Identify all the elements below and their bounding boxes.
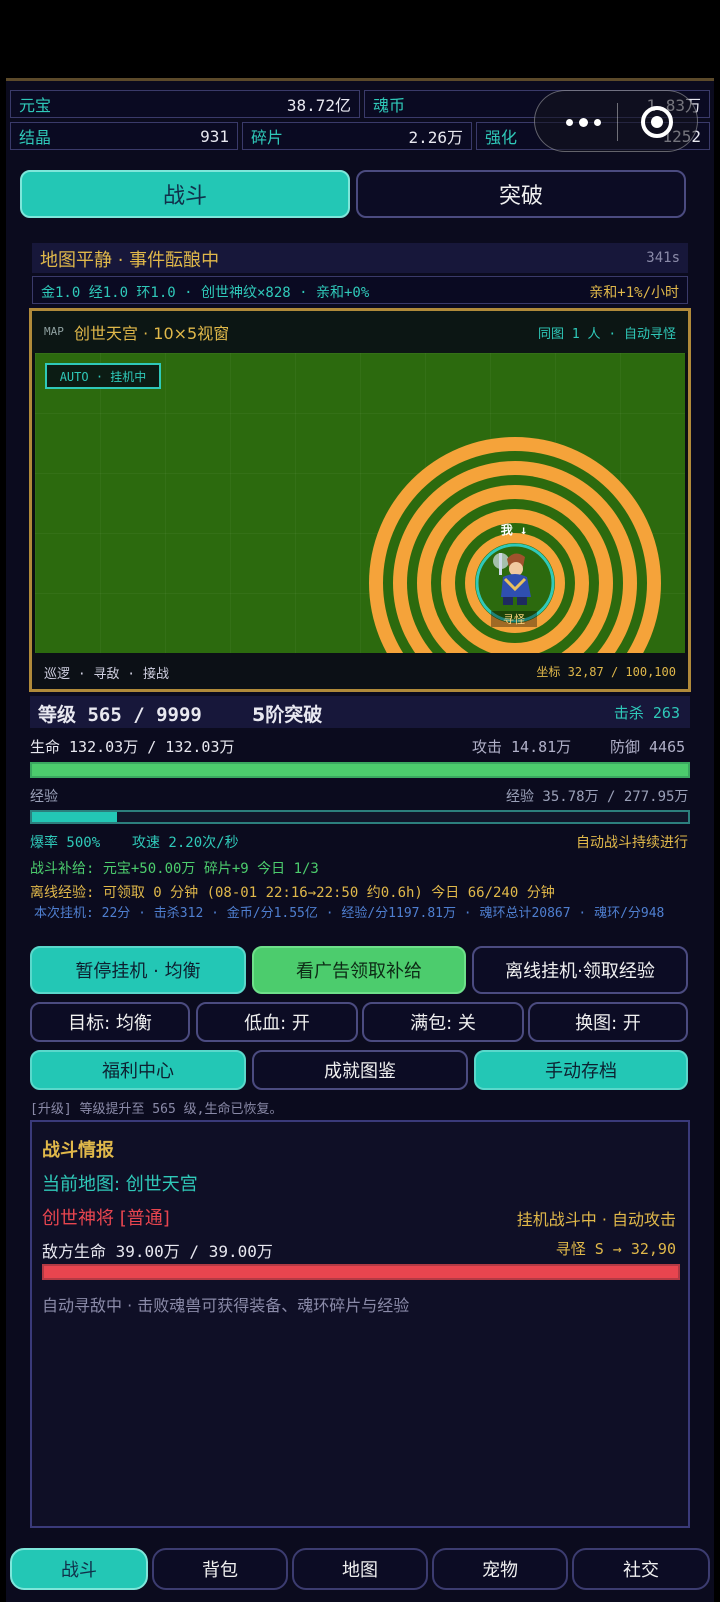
map-state: 地图平静 · 事件酝酿中	[40, 250, 220, 271]
welfare-button[interactable]: 福利中心	[30, 1050, 246, 1090]
player-kills: 击杀 263	[613, 704, 680, 722]
map-tag: MAP	[44, 325, 64, 338]
event-timer: 341s	[646, 250, 680, 266]
save-button[interactable]: 手动存档	[474, 1050, 688, 1090]
player-level: 等级 565 / 9999	[38, 704, 202, 726]
level-bar: 等级 565 / 9999 5阶突破 击杀 263	[30, 696, 690, 728]
current-map: 当前地图: 创世天宫	[42, 1174, 198, 1195]
crit-rate: 爆率 500%	[30, 835, 101, 851]
miniprogram-capsule	[534, 90, 698, 152]
nav-bag[interactable]: 背包	[152, 1548, 288, 1590]
nav-social[interactable]: 社交	[572, 1548, 710, 1590]
hp-bar	[30, 762, 690, 778]
auto-badge: AUTO · 挂机中	[45, 363, 161, 389]
target-toggle[interactable]: 目标: 均衡	[30, 1002, 190, 1042]
status-bar-area	[0, 0, 720, 80]
enemy-hp-bar	[42, 1264, 680, 1280]
switch-map-toggle[interactable]: 换图: 开	[528, 1002, 688, 1042]
upgrade-log: [升级] 等级提升至 565 级,生命已恢复。	[30, 1102, 283, 1117]
report-title: 战斗情报	[42, 1140, 114, 1161]
battle-report-panel: 战斗情报 当前地图: 创世天宫 创世神将 [普通] 挂机战斗中 · 自动攻击 敌…	[30, 1120, 690, 1528]
hero-marker-label: 我 ↓	[500, 523, 528, 537]
pause-idle-button[interactable]: 暂停挂机 · 均衡	[30, 946, 246, 994]
offline-exp-button[interactable]: 离线挂机·领取经验	[472, 946, 688, 994]
resource-yuanbao: 元宝 38.72亿	[10, 90, 360, 118]
seek-target: 寻怪 S → 32,90	[555, 1240, 676, 1258]
map-footer: 巡逻 · 寻敌 · 接战 坐标 32,87 / 100,100	[32, 653, 688, 689]
resource-suipian: 碎片 2.26万	[242, 122, 472, 150]
player-hp-text: 生命 132.03万 / 132.03万	[30, 738, 235, 756]
map-status-bar: 地图平静 · 事件酝酿中 341s	[32, 243, 688, 273]
hero-status-label: 寻怪	[491, 611, 537, 627]
more-icon[interactable]	[553, 105, 613, 139]
map-modes: 巡逻 · 寻敌 · 接战	[44, 667, 169, 682]
player-attack: 攻击 14.81万	[472, 738, 572, 756]
map-header: MAP 创世天宫 · 10×5视窗 同图 1 人 · 自动寻怪	[32, 311, 688, 353]
rates-text: 金1.0 经1.0 环1.0 · 创世神纹×828 · 亲和+0%	[41, 285, 370, 301]
report-hint: 自动寻敌中 · 击败魂兽可获得装备、魂环碎片与经验	[42, 1296, 410, 1315]
nav-battle[interactable]: 战斗	[10, 1548, 148, 1590]
map-view: MAP 创世天宫 · 10×5视窗 同图 1 人 · 自动寻怪 AUTO · 挂…	[29, 308, 691, 692]
player-defense: 防御 4465	[610, 738, 686, 756]
map-title: 创世天宫 · 10×5视窗	[74, 324, 230, 343]
offline-exp: 离线经验: 可领取 0 分钟 (08-01 22:16→22:50 约0.6h)…	[30, 885, 555, 901]
player-rank: 5阶突破	[252, 704, 323, 726]
full-bag-toggle[interactable]: 满包: 关	[362, 1002, 524, 1042]
battle-state: 挂机战斗中 · 自动攻击	[516, 1210, 676, 1229]
tab-battle[interactable]: 战斗	[20, 170, 350, 218]
watch-ad-button[interactable]: 看广告领取补给	[252, 946, 466, 994]
achievement-button[interactable]: 成就图鉴	[252, 1050, 468, 1090]
tab-breakthrough[interactable]: 突破	[356, 170, 686, 218]
nav-pet[interactable]: 宠物	[432, 1548, 568, 1590]
exp-bar	[30, 810, 690, 824]
affinity-rate: 亲和+1%/小时	[589, 285, 679, 301]
nav-map[interactable]: 地图	[292, 1548, 428, 1590]
battle-supply: 战斗补给: 元宝+50.00万 碎片+9 今日 1/3	[30, 861, 319, 877]
map-coord: 坐标 32,87 / 100,100	[536, 665, 676, 679]
exp-label: 经验	[30, 789, 58, 805]
enemy-hp-bar-fill	[44, 1266, 678, 1278]
exp-text: 经验 35.78万 / 277.95万	[506, 789, 689, 805]
resource-jiejing: 结晶 931	[10, 122, 238, 150]
map-grass[interactable]: AUTO · 挂机中 我 ↓ 寻怪	[35, 353, 685, 653]
auto-battle-status: 自动战斗持续进行	[576, 835, 688, 851]
low-hp-toggle[interactable]: 低血: 开	[196, 1002, 358, 1042]
enemy-name: 创世神将 [普通]	[42, 1208, 170, 1229]
close-miniprogram-icon[interactable]	[639, 104, 675, 140]
hero-sprite-icon[interactable]	[487, 549, 543, 607]
session-stats: 本次挂机: 22分 · 击杀312 · 金币/分1.55亿 · 经验/分1197…	[34, 906, 665, 921]
enemy-hp-text: 敌方生命 39.00万 / 39.00万	[42, 1242, 273, 1261]
rates-bar: 金1.0 经1.0 环1.0 · 创世神纹×828 · 亲和+0% 亲和+1%/…	[32, 276, 688, 304]
hp-bar-fill	[32, 764, 688, 776]
attack-speed: 攻速 2.20次/秒	[132, 835, 239, 851]
exp-bar-fill	[32, 812, 117, 822]
map-players: 同图 1 人 · 自动寻怪	[538, 327, 676, 342]
capsule-divider	[617, 103, 618, 141]
